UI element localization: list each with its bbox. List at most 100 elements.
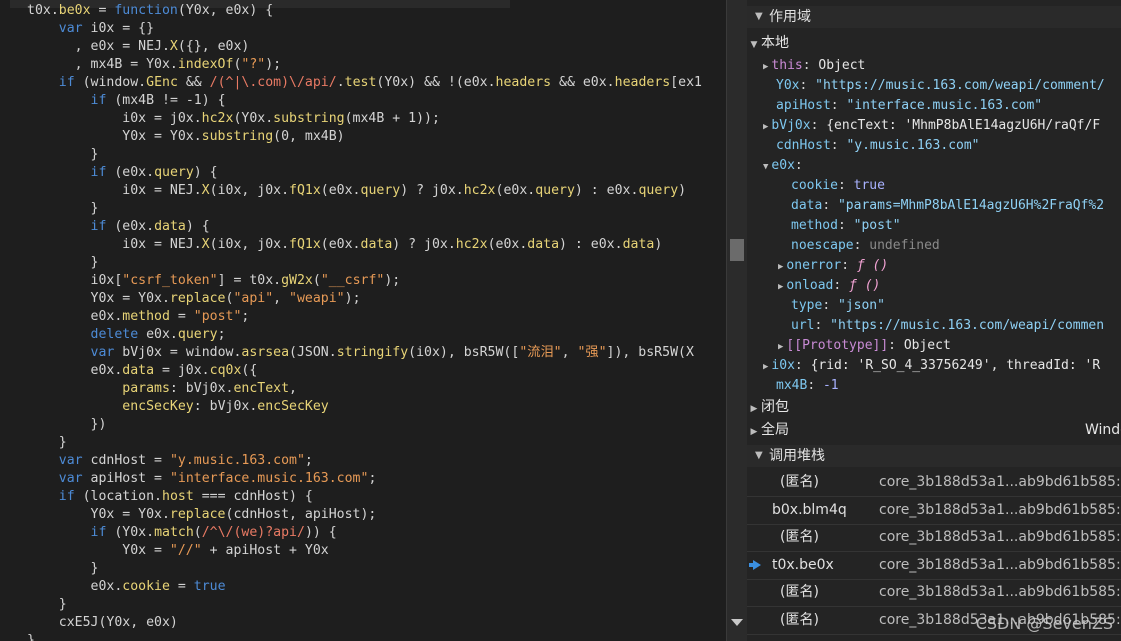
frame-location-link[interactable]: core_3b188d53a1...ab9bd61b585:21 (879, 469, 1121, 496)
scope-variable-e0x[interactable]: ▼ e0x: (763, 156, 803, 176)
code-token: (e0x. (320, 183, 361, 198)
code-token: (i0x, j0x. (209, 183, 290, 198)
expand-triangle-icon[interactable]: ▶ (778, 342, 783, 352)
frame-location-link[interactable]: core_3b188d53a1...ab9bd61b585:20 (879, 497, 1121, 524)
code-token: (mx4B + 1)); (344, 111, 440, 126)
code-line: var cdnHost = "y.music.163.com"; (27, 452, 313, 470)
scroll-down-arrow-icon[interactable] (731, 619, 743, 626)
code-line: if (e0x.data) { (27, 218, 210, 236)
code-token: query (535, 183, 575, 198)
code-token: } (27, 255, 99, 270)
collapse-triangle-icon[interactable]: ▼ (763, 162, 768, 172)
expand-triangle-icon: ▶ (750, 427, 758, 437)
code-token: e0x. (27, 309, 123, 324)
code-line: Y0x = "//" + apiHost + Y0x (27, 542, 328, 560)
code-token: host (162, 489, 194, 504)
code-line: e0x.cookie = true (27, 578, 226, 596)
code-line: i0x["csrf_token"] = t0x.gW2x("__csrf"); (27, 272, 401, 290)
callstack-frame[interactable]: (匿名) core_3b188d53a1...ab9bd61b585:68 (747, 579, 1121, 607)
expand-triangle-icon[interactable]: ▶ (778, 282, 783, 292)
code-token: var (90, 345, 115, 360)
scope-variable-i0x[interactable]: ▶ i0x: {rid: 'R_SO_4_33756249', threadId:… (763, 356, 1100, 376)
code-token: if (90, 525, 107, 540)
code-token: true (193, 579, 226, 594)
variable-value: ƒ () (856, 258, 889, 273)
expand-triangle-icon[interactable]: ▶ (763, 122, 768, 132)
code-token: ; (304, 453, 313, 468)
code-line: encSecKey: bVj0x.encSecKey (27, 398, 328, 416)
frame-function-name: (匿名) (780, 529, 819, 545)
code-token: "interface.music.163.com" (169, 471, 369, 486)
code-token: "__csrf" (320, 273, 385, 288)
callstack-frame[interactable]: b0x.blm4q core_3b188d53a1...ab9bd61b585:2… (747, 497, 1121, 525)
code-token: ( (312, 273, 321, 288)
code-token: Y0x = Y0x. (27, 291, 170, 306)
scope-variable-this[interactable]: ▶ this: Object (763, 56, 865, 76)
expand-triangle-icon[interactable]: ▶ (763, 362, 768, 372)
editor-vertical-scrollbar[interactable] (726, 0, 747, 641)
scope-variable-onerror[interactable]: ▶ onerror: ƒ () (778, 256, 888, 276)
code-token: Y0x = Y0x. (27, 507, 170, 522)
scope-global-group[interactable]: ▶全局 Window (747, 420, 1121, 440)
variable-name: onerror (786, 258, 842, 273)
code-token: (e0x. (106, 165, 155, 180)
code-token: query (638, 183, 679, 198)
code-token: /^\/(we)?api/ (201, 525, 305, 540)
scope-variable-bvj0x[interactable]: ▶ bVj0x: {encText: 'MhmP8bAlE14agzU6H/raQ… (763, 116, 1100, 136)
code-line: } (27, 560, 99, 578)
code-token: X (169, 39, 178, 54)
variable-value: "y.music.163.com" (846, 138, 980, 153)
variable-value: "params=MhmP8bAlE14agzU6H%2FraQf%2 (837, 198, 1105, 213)
code-line: if (Y0x.match(/^\/(we)?api/)) { (27, 524, 337, 542)
code-token: e0x. (27, 363, 123, 378)
source-code-editor[interactable]: t0x.be0x = function(Y0x, e0x) { var i0x … (0, 0, 726, 641)
code-token: i0x = {} (82, 21, 155, 36)
code-line: if (window.GEnc && /(^|\.com)\/api/.test… (27, 74, 702, 92)
callstack-frame[interactable]: (匿名) core_3b188d53a1...ab9bd61b585:35 (747, 524, 1121, 552)
scope-variable-type: type: "json" (791, 298, 885, 313)
code-line: } (27, 146, 99, 164)
code-line: var i0x = {} (27, 20, 154, 38)
code-token: } (27, 147, 99, 162)
code-token: bVj0x = window. (114, 345, 242, 360)
callstack-frame[interactable]: (匿名) core_3b188d53a1...ab9bd61b585:21 (747, 469, 1121, 497)
code-token: params (122, 381, 170, 396)
code-token: t0x. (27, 3, 59, 18)
scope-closure-group[interactable]: ▶ 闭包 (747, 397, 789, 417)
code-token: cxE5J(Y0x, e0x) (27, 615, 178, 630)
scope-variable-prototype[interactable]: ▶ [[Prototype]]: Object (778, 336, 951, 356)
scope-variable-onload[interactable]: ▶ onload: ƒ () (778, 276, 880, 296)
frame-location-link[interactable]: core_3b188d53a1...ab9bd61b585:68 (879, 579, 1121, 606)
variable-value: Object (818, 58, 866, 73)
scrollbar-thumb[interactable] (730, 239, 744, 261)
frame-location-link[interactable]: core_3b188d53a1...ab9bd61b585:92 (879, 552, 1121, 579)
expand-triangle-icon[interactable]: ▶ (778, 262, 783, 272)
callstack-section-header[interactable]: ▼ 调用堆栈 (747, 445, 1121, 467)
callstack-frame[interactable]: t0x.be0x core_3b188d53a1...ab9bd61b585:92 (747, 552, 1121, 580)
code-token: query (360, 183, 401, 198)
scope-variable-method: method: "post" (791, 218, 901, 233)
scope-local-group[interactable]: ▼ 本地 (747, 33, 789, 53)
code-token: ; (217, 327, 226, 342)
frame-function-name: b0x.blm4q (772, 501, 847, 518)
code-line: if (e0x.query) { (27, 164, 218, 182)
code-token: ); (265, 57, 282, 72)
code-token: if (90, 219, 107, 234)
code-token: headers (495, 75, 552, 90)
scope-variable-cookie: cookie: true (791, 178, 885, 193)
code-token: ) : e0x. (574, 183, 639, 198)
variable-name: e0x (771, 158, 795, 173)
scope-section-header[interactable]: ▼ 作用域 (747, 6, 1121, 28)
code-token: var (58, 471, 83, 486)
frame-location-link[interactable]: core_3b188d53a1...ab9bd61b585:35 (879, 524, 1121, 551)
code-token: (Y0x) && !(e0x. (376, 75, 496, 90)
variable-value: true (853, 178, 885, 193)
code-token: (e0x. (487, 237, 528, 252)
code-token: hc2x (455, 237, 488, 252)
code-token: = (169, 309, 194, 324)
code-token: ({}, e0x) (177, 39, 250, 54)
expand-triangle-icon[interactable]: ▶ (763, 62, 768, 72)
